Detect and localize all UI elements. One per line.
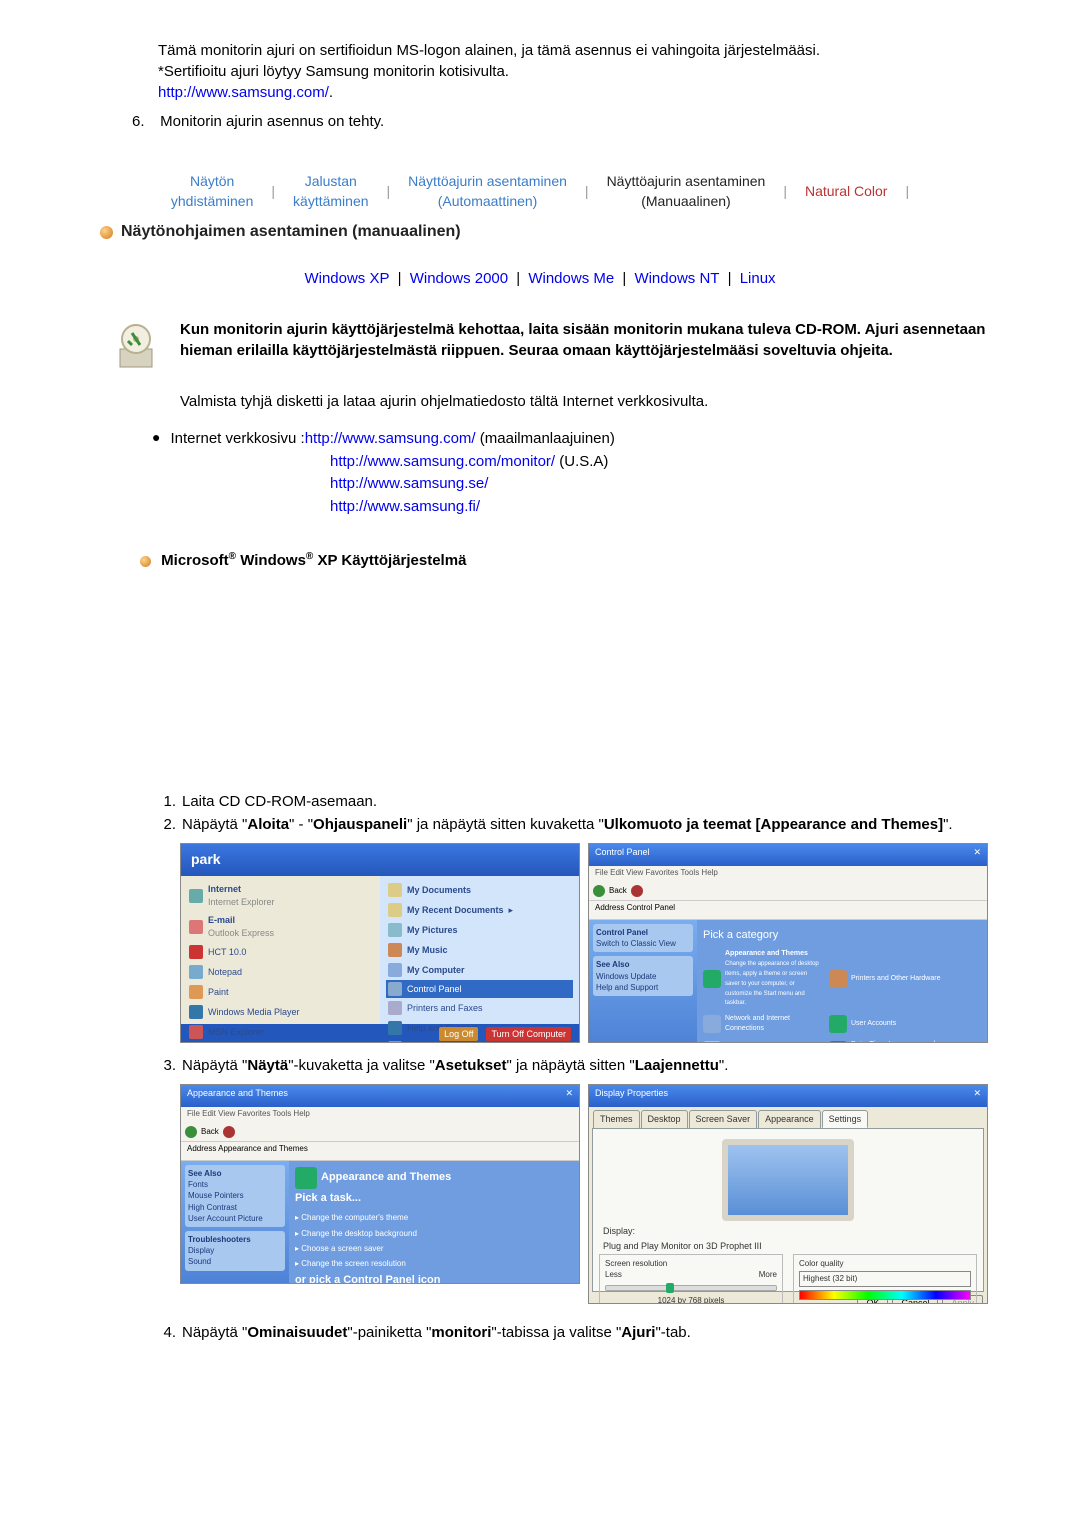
nav-use-stand[interactable]: Jalustan käyttäminen	[293, 172, 368, 211]
cd-rom-icon	[110, 321, 162, 373]
step-2-text: Näpäytä "Aloita" - "Ohjauspaneli" ja näp…	[182, 814, 953, 835]
link-windows-nt[interactable]: Windows NT	[634, 270, 719, 287]
bullet-dot-icon: ●	[152, 428, 160, 449]
close-icon: ✕	[973, 1087, 981, 1105]
list-number-6: 6.	[132, 111, 156, 132]
diskette-instruction: Valmista tyhjä disketti ja lataa ajurin …	[180, 391, 1020, 412]
link-windows-xp[interactable]: Windows XP	[304, 270, 389, 287]
bullet-icon	[100, 226, 113, 239]
os-link-row: Windows XP | Windows 2000 | Windows Me |…	[60, 268, 1020, 289]
screenshot-appearance-themes: Appearance and Themes✕ File Edit View Fa…	[180, 1084, 580, 1284]
link-linux[interactable]: Linux	[740, 270, 776, 287]
intro-line1: Tämä monitorin ajuri on sertifioidun MS-…	[158, 42, 820, 59]
nav-connect-display[interactable]: Näytön yhdistäminen	[171, 172, 254, 211]
close-icon: ✕	[973, 846, 981, 864]
step-1-text: Laita CD CD-ROM-asemaan.	[182, 791, 377, 812]
nav-install-auto[interactable]: Näyttöajurin asentaminen (Automaattinen)	[408, 172, 567, 211]
step-3-text: Näpäytä "Näytä"-kuvaketta ja valitse "As…	[182, 1055, 728, 1076]
bullet-icon	[140, 556, 151, 567]
close-icon: ✕	[565, 1087, 573, 1105]
internet-prefix: Internet verkkosivu :	[170, 430, 304, 447]
screenshot-control-panel: Control Panel✕ File Edit View Favorites …	[588, 843, 988, 1043]
screenshot-start-menu: park InternetInternet Explorer E-mailOut…	[180, 843, 580, 1043]
breadcrumb-nav: Näytön yhdistäminen | Jalustan käyttämin…	[60, 172, 1020, 211]
nav-natural-color[interactable]: Natural Color	[805, 182, 887, 202]
list-number-1: 1.	[156, 791, 176, 812]
link-samsung-fi[interactable]: http://www.samsung.fi/	[330, 498, 480, 515]
link-samsung-monitor-usa[interactable]: http://www.samsung.com/monitor/	[330, 453, 555, 470]
link-windows-2000[interactable]: Windows 2000	[410, 270, 508, 287]
section-title: Näytönohjaimen asentaminen (manuaalinen)	[121, 221, 461, 243]
link-samsung-se[interactable]: http://www.samsung.se/	[330, 475, 488, 492]
cd-instruction-bold: Kun monitorin ajurin käyttöjärjestelmä k…	[180, 319, 1020, 361]
step6-text: Monitorin ajurin asennus on tehty.	[160, 113, 384, 130]
link-windows-me[interactable]: Windows Me	[528, 270, 614, 287]
samsung-global-link-top[interactable]: http://www.samsung.com/	[158, 84, 329, 101]
list-number-2: 2.	[156, 814, 176, 835]
link-samsung-global[interactable]: http://www.samsung.com/	[305, 430, 476, 447]
list-number-3: 3.	[156, 1055, 176, 1076]
step-4-text: Näpäytä "Ominaisuudet"-painiketta "monit…	[182, 1322, 691, 1343]
nav-install-manual[interactable]: Näyttöajurin asentaminen (Manuaalinen)	[607, 172, 766, 211]
list-number-4: 4.	[156, 1322, 176, 1343]
intro-line2: *Sertifioitu ajuri löytyy Samsung monito…	[158, 63, 509, 80]
ms-windows-xp-heading: Microsoft® Windows® XP Käyttöjärjestelmä	[140, 550, 1020, 571]
screenshot-display-properties: Display Properties✕ Themes Desktop Scree…	[588, 1084, 988, 1304]
